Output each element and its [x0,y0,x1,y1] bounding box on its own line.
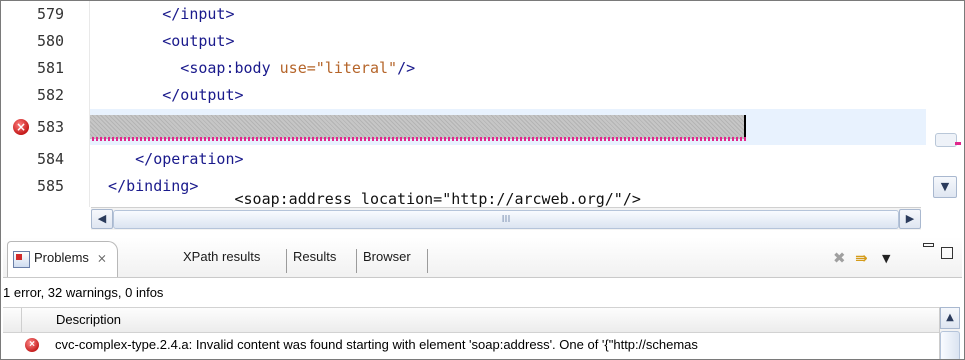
line-number: 581 [37,59,65,77]
vertical-scrollbar[interactable]: ▲ [939,307,960,359]
line-number: 579 [37,5,65,23]
code-line: <output> [90,32,235,50]
view-tab-bar: Problems ⨯ XPath results Results Browser … [3,237,962,278]
problems-view: Problems ⨯ XPath results Results Browser … [3,237,962,359]
arrow-up-icon[interactable]: ▲ [940,307,960,329]
tab-results[interactable]: Results [293,241,336,273]
tab-label: XPath results [183,249,261,264]
code-line: </output> [90,86,244,104]
filter-icon[interactable]: ⇛ [855,249,868,267]
current-error-line[interactable]: <soap:address location="http://arcweb.or… [90,109,926,207]
error-squiggle [90,137,746,141]
line-number: 582 [37,86,65,104]
arrow-left-icon[interactable]: ◀ [91,209,113,229]
maximize-icon[interactable] [941,247,953,259]
scroll-thumb[interactable] [940,331,960,359]
code-editor[interactable]: 579 580 581 582 583 584 585 × </input> <… [7,1,961,207]
error-icon: × [25,338,39,352]
attribute-value: "literal" [315,59,398,77]
arrow-down-icon[interactable]: ▼ [933,176,957,198]
tab-label: Problems [34,250,89,265]
overview-thumb[interactable] [935,133,957,147]
code-line: </binding> [90,177,199,195]
text-selection [90,115,746,139]
close-icon[interactable]: ⨯ [97,251,107,265]
error-overview-marker[interactable] [955,142,961,145]
problem-description: cvc-complex-type.2.4.a: Invalid content … [55,337,698,352]
tab-separator [286,249,287,273]
table-row[interactable]: × cvc-complex-type.2.4.a: Invalid conten… [3,333,939,357]
code-tag-end: /> [397,59,416,77]
line-number-gutter: 579 580 581 582 583 584 585 × [7,1,90,207]
code-line: </operation> [90,150,244,168]
clear-icon[interactable]: ✖ [833,249,846,267]
line-number: 584 [37,150,65,168]
tab-label: Results [293,249,337,264]
arrow-right-icon[interactable]: ▶ [899,209,921,229]
tab-separator [356,249,357,273]
table-header: Description [3,307,939,333]
tab-xpath-results[interactable]: XPath results [183,241,260,273]
error-icon[interactable]: × [13,119,29,135]
minimize-icon[interactable] [923,243,934,247]
overview-ruler[interactable]: ▼ [927,1,961,207]
code-line: </input> [90,5,235,23]
code-area[interactable]: </input> <output> <soap:body use="litera… [90,1,926,207]
line-number: 580 [37,32,65,50]
tab-browser[interactable]: Browser [363,241,411,273]
horizontal-scrollbar[interactable]: ◀ III ▶ [91,207,921,230]
tab-problems[interactable]: Problems ⨯ [7,241,118,277]
tab-label: Browser [363,249,411,264]
attribute-name: use= [279,59,316,77]
view-menu-icon[interactable]: ▼ [882,252,890,265]
tab-separator [427,249,428,273]
application-window: 579 580 581 582 583 584 585 × </input> <… [0,0,965,360]
text-cursor [744,115,746,137]
code-tag: <soap:body [90,59,280,77]
code-line: <soap:body use="literal"/> [90,55,926,82]
column-header-description[interactable]: Description [21,308,936,332]
problems-summary: 1 error, 32 warnings, 0 infos [3,285,164,300]
problems-icon [13,251,30,268]
line-number: 585 [37,177,65,195]
scroll-thumb[interactable]: III [113,210,899,229]
